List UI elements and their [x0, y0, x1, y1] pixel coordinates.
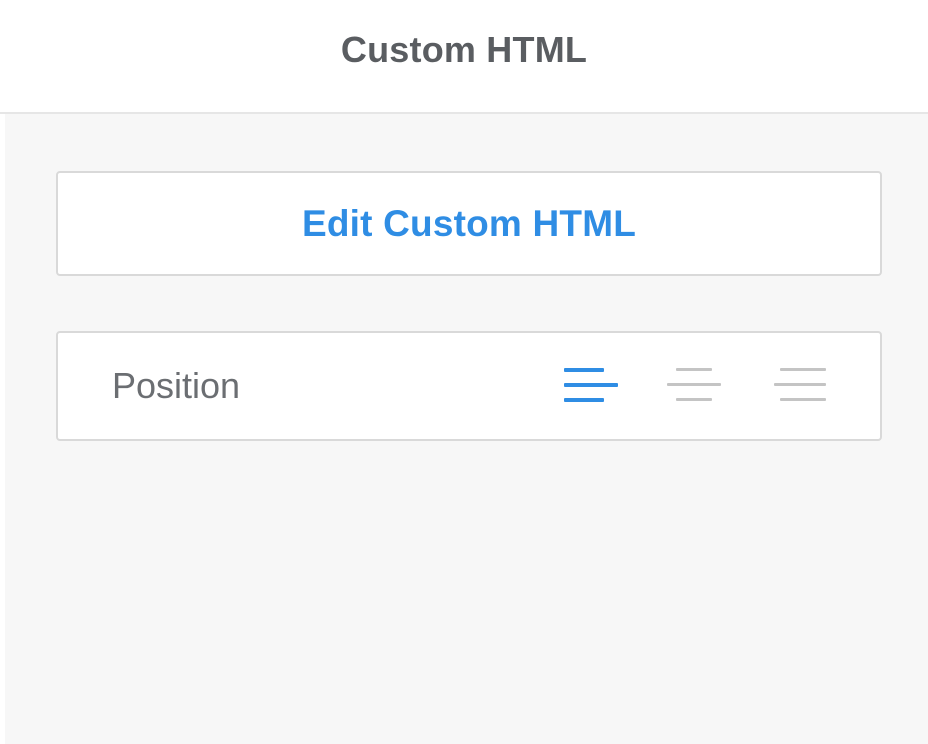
position-control: Position — [56, 331, 882, 441]
panel-title: Custom HTML — [340, 29, 588, 70]
position-label: Position — [112, 365, 241, 406]
edit-custom-html-label: Edit Custom HTML — [301, 202, 637, 244]
align-center-button[interactable] — [664, 359, 724, 413]
panel-header: Custom HTML — [0, 0, 928, 114]
align-left-icon — [564, 368, 618, 402]
panel-body: Edit Custom HTML Position — [5, 114, 928, 744]
align-center-icon — [667, 368, 721, 401]
align-right-icon — [774, 368, 826, 401]
align-right-button[interactable] — [770, 359, 830, 413]
edit-custom-html-button[interactable]: Edit Custom HTML — [56, 171, 882, 276]
custom-html-panel: Custom HTML Edit Custom HTML Position — [0, 0, 928, 744]
align-left-button[interactable] — [560, 359, 620, 413]
